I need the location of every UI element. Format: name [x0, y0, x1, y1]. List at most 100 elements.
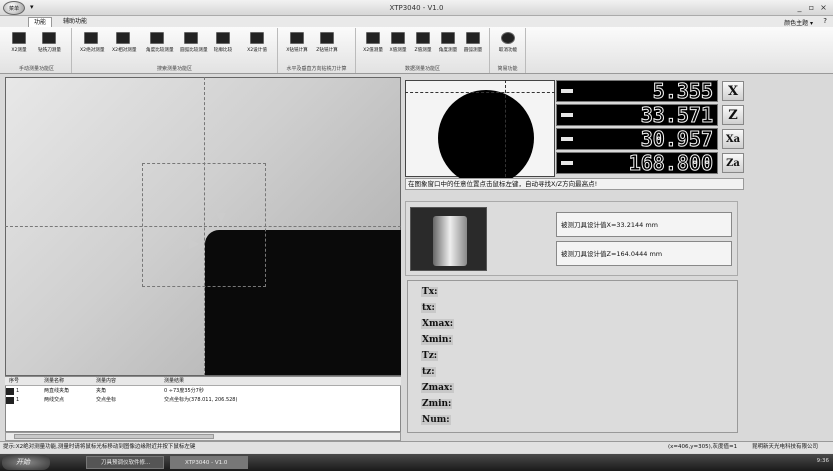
angle-compare-button[interactable]: 角度比较测量 [146, 30, 174, 60]
col-header-index[interactable]: 序号 [9, 377, 19, 386]
button-label: X2绝对测量 [80, 48, 105, 53]
close-button[interactable]: × [818, 2, 829, 13]
zoom-tool-silhouette [438, 90, 534, 186]
button-label: 轮廓比较 [213, 48, 233, 53]
search-region-box[interactable] [142, 163, 266, 287]
drill-mill-icon [42, 32, 56, 44]
x-drill-calc-button[interactable]: X钻铣计算 [286, 30, 308, 60]
result-Tz-label: Tz: [421, 351, 439, 361]
x2-absolute-icon [84, 32, 98, 44]
tab-function[interactable]: 功能 [28, 17, 53, 27]
group-label: 简易功能 [497, 66, 518, 72]
table-row-name[interactable]: 两线交点 [44, 396, 64, 404]
x-value-icon [391, 32, 405, 44]
x2-design-icon [250, 32, 264, 44]
result-xmin-label: Xmin: [421, 335, 453, 345]
table-row-result[interactable]: 交点坐标为(378.011, 206.528) [164, 396, 237, 404]
z-drill-calc-button[interactable]: Z钻铣计算 [316, 30, 338, 60]
button-label: 圆弧测量 [463, 48, 483, 53]
dro-xa-sign [561, 137, 573, 141]
status-message: 提示:X2绝对测量功能,测量时请将鼠标光标移动到图像边缘附近并按下鼠标左键 [3, 444, 196, 450]
z-drill-calc-icon [320, 32, 334, 44]
col-header-name[interactable]: 测量名称 [44, 377, 64, 386]
x-drill-calc-icon [290, 32, 304, 44]
table-row-index[interactable]: 1 [16, 387, 19, 395]
x2-measure-icon [12, 32, 26, 44]
result-Tx-label: Tx: [421, 287, 439, 297]
taskbar-item-folder[interactable]: 刀具预调仪软件修... [86, 456, 164, 469]
angle-measure-icon [441, 32, 455, 44]
button-label: 角度比较测量 [146, 48, 174, 53]
row-intersect-icon [6, 397, 14, 404]
x2-value-icon [366, 32, 380, 44]
scrollbar-thumb[interactable] [14, 434, 214, 439]
arc-measure-button[interactable]: 圆弧测量 [462, 30, 484, 60]
button-label: X值测量 [389, 48, 407, 53]
x2-relative-button[interactable]: X2相对测量 [112, 30, 136, 60]
dro-z-value: 33.571 [640, 103, 713, 127]
button-label: 取消功能 [498, 48, 518, 53]
row-angle-icon [6, 388, 14, 395]
contour-compare-button[interactable]: 轮廓比较 [212, 30, 234, 60]
z-value-button[interactable]: Z值测量 [412, 30, 434, 60]
z-value-icon [416, 32, 430, 44]
table-row-content[interactable]: 交点坐标 [96, 396, 116, 404]
table-row-index[interactable]: 1 [16, 396, 19, 404]
taskbar-item-app[interactable]: XTP3040 - V1.0 [170, 456, 248, 469]
group-label: 手动测量功能区 [18, 66, 54, 72]
arc-compare-icon [184, 32, 198, 44]
x2-design-value-button[interactable]: X2设计值 [246, 30, 268, 60]
table-row-content[interactable]: 夹角 [96, 387, 106, 395]
arc-measure-icon [466, 32, 480, 44]
table-row-name[interactable]: 两直线夹角 [44, 387, 69, 395]
dro-z-sign [561, 113, 573, 117]
drill-mill-measure-button[interactable]: 钻铣刀测量 [38, 30, 61, 60]
tool-thumbnail-image [410, 207, 487, 271]
help-icon[interactable]: ? [823, 17, 827, 25]
design-z-value: 被测刀具设计值Z=164.0444 mm [556, 241, 732, 266]
button-label: X2测量 [11, 48, 27, 53]
tab-auxiliary[interactable]: 辅助功能 [58, 17, 92, 27]
group-label: 数据测量功能区 [404, 66, 440, 72]
za-axis-button[interactable]: Za [722, 153, 744, 173]
col-header-content[interactable]: 测量内容 [96, 377, 116, 386]
menu-bar [0, 16, 833, 27]
result-num-label: Num: [421, 415, 451, 425]
x2-relative-icon [116, 32, 130, 44]
restore-button[interactable]: ▫ [806, 2, 817, 13]
table-row-result[interactable]: 0 ÷73度35分7秒 [164, 387, 204, 395]
tool-holder-shape [433, 216, 467, 266]
zoom-crosshair-h [405, 92, 555, 93]
x-axis-button[interactable]: X [722, 81, 744, 101]
start-button[interactable]: 开始 [2, 455, 50, 470]
z-axis-button[interactable]: Z [722, 105, 744, 125]
result-tx-label: tx: [421, 303, 436, 313]
col-header-result[interactable]: 测量结果 [164, 377, 184, 386]
button-label: 圆弧比较测量 [180, 48, 208, 53]
xa-axis-button[interactable]: Xa [722, 129, 744, 149]
result-zmin-label: Zmin: [421, 399, 453, 409]
button-label: 钻铣刀测量 [38, 48, 61, 53]
x2-absolute-button[interactable]: X2绝对测量 [80, 30, 105, 60]
button-label: Z值测量 [414, 48, 432, 53]
arc-compare-button[interactable]: 圆弧比较测量 [180, 30, 208, 60]
color-theme-menu[interactable]: 颜色主题 ▾ [784, 18, 813, 27]
angle-measure-button[interactable]: 角度测量 [437, 30, 459, 60]
dro-za-sign [561, 161, 573, 165]
design-x-value: 被测刀具设计值X=33.2144 mm [556, 212, 732, 237]
minimize-button[interactable]: _ [794, 2, 805, 13]
dro-za-value: 168.800 [628, 151, 713, 175]
x2-measure-button[interactable]: X2测量 [8, 30, 30, 60]
status-company: 昆明新天光电科技有限公司 [752, 444, 819, 450]
status-coordinates: (x=406,y=305),灰度值=1 [668, 444, 738, 450]
contour-compare-icon [216, 32, 230, 44]
dro-xa-value: 30.957 [640, 127, 713, 151]
result-xmax-label: Xmax: [421, 319, 455, 329]
x2-value-button[interactable]: X2值测量 [362, 30, 384, 60]
group-label: 搜索测量功能区 [156, 66, 192, 72]
x-value-button[interactable]: X值测量 [387, 30, 409, 60]
result-zmax-label: Zmax: [421, 383, 454, 393]
dro-x-sign [561, 89, 573, 93]
zoom-crosshair-v [505, 80, 506, 177]
cancel-function-button[interactable]: 取消功能 [497, 30, 519, 60]
